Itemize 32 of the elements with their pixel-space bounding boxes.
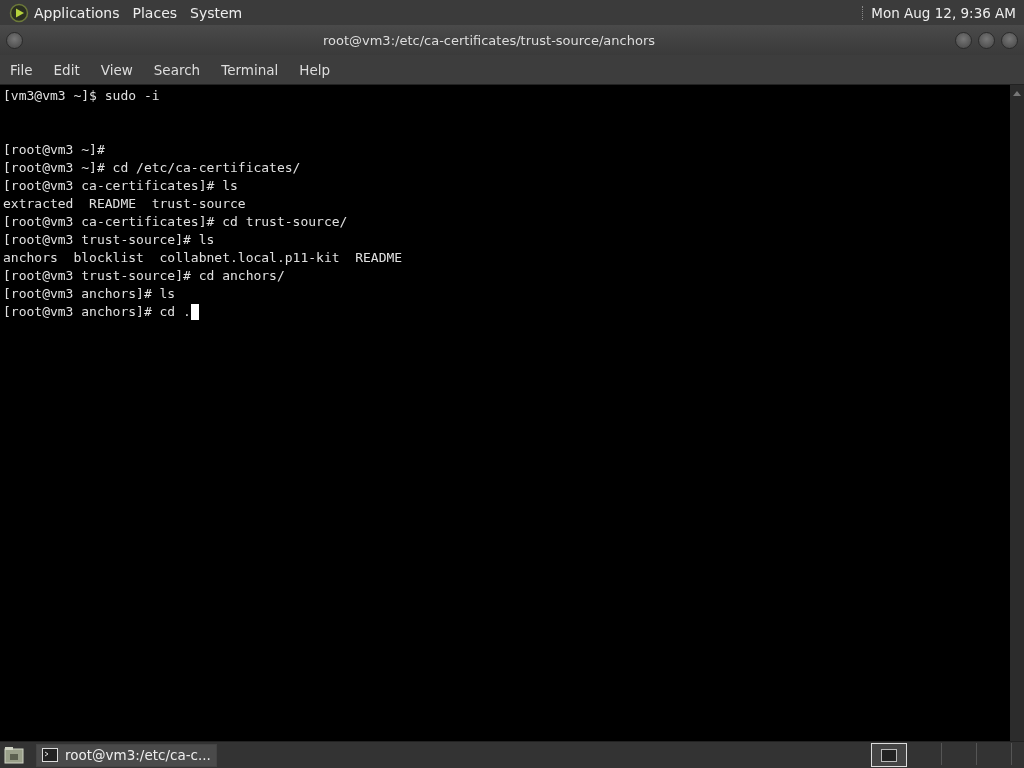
menu-item[interactable]: View [100, 61, 133, 78]
minimize-button[interactable] [955, 31, 972, 49]
menu-item[interactable]: Edit [53, 61, 80, 78]
close-button[interactable] [1001, 31, 1018, 49]
terminal-line: [root@vm3 anchors]# ls [3, 285, 176, 303]
scrollbar[interactable] [1010, 85, 1024, 741]
menu-item[interactable]: Terminal [221, 61, 279, 78]
desktop-icon[interactable] [4, 746, 24, 764]
maximize-button[interactable] [978, 31, 995, 49]
terminal-line: [root@vm3 anchors]# cd . [3, 303, 191, 321]
terminal-line: [root@vm3 ca-certificates]# cd trust-source/ [3, 213, 348, 231]
terminal-line: [root@vm3 trust-source]# cd anchors/ [3, 267, 285, 285]
clock[interactable]: Mon Aug 12, 9:36 AM [871, 4, 1016, 21]
terminal-line: [root@vm3 trust-source]# ls [3, 231, 215, 249]
scroll-up-arrow-icon[interactable] [1013, 91, 1021, 96]
terminal-line: [vm3@vm3 ~]$ sudo -i [3, 87, 160, 105]
menu-item[interactable]: Search [153, 61, 201, 78]
menu-item[interactable]: File [10, 61, 33, 78]
window-title: root@vm3:/etc/ca-certificates/trust-source/anchors [321, 32, 657, 48]
terminal-icon [42, 748, 58, 762]
terminal-line: [root@vm3 ~]# [3, 141, 105, 159]
menu-item[interactable]: Help [299, 61, 331, 78]
terminal-line: [root@vm3 ~]# cd /etc/ca-certificates/ [3, 159, 301, 177]
terminal-line: extracted README trust-source [3, 195, 246, 213]
terminal-line: anchors blocklist collabnet.local.p11-kit README [3, 249, 403, 267]
panel-menu[interactable]: System [190, 4, 243, 21]
terminal-line: [root@vm3 ca-certificates]# ls [3, 177, 238, 195]
taskbar-button[interactable]: root@vm3:/etc/ca-c... [36, 743, 217, 767]
panel-menu[interactable]: Places [132, 4, 178, 21]
panel-menu[interactable]: Applications [34, 4, 120, 21]
window-menu-button[interactable] [6, 31, 23, 49]
play-logo-icon[interactable] [9, 2, 29, 23]
